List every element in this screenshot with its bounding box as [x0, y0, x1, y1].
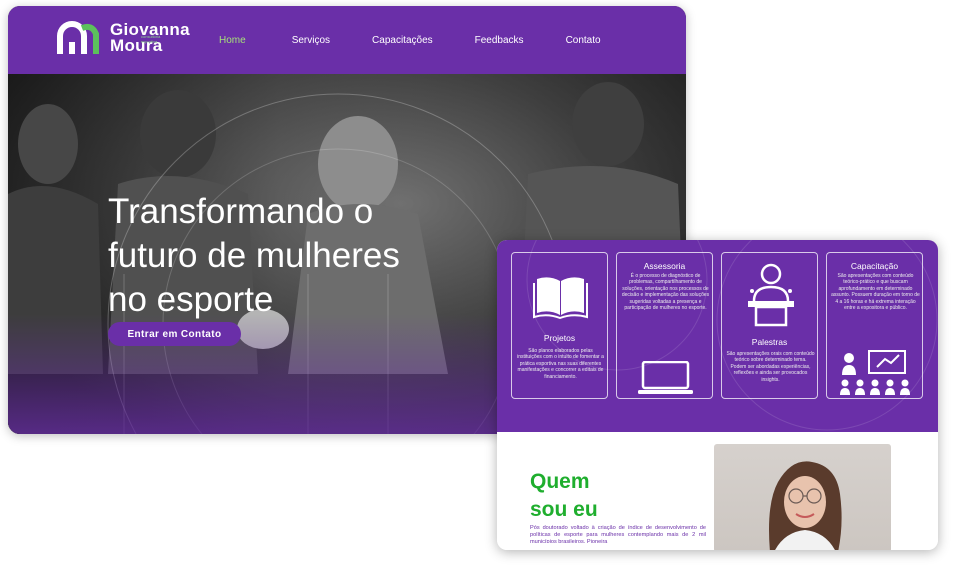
service-card-palestras[interactable]: Palestras São apresentações orais com co… — [721, 252, 818, 399]
nav-contato[interactable]: Contato — [566, 35, 601, 46]
hero-title: Transformando o futuro de mulheres no es… — [108, 190, 468, 322]
nav-capacitacoes[interactable]: Capacitações — [372, 35, 433, 46]
book-icon — [533, 277, 588, 319]
service-description: São planos elaborados pelas instituições… — [517, 348, 604, 380]
nav-home[interactable]: Home — [219, 35, 246, 46]
service-title: Capacitação — [850, 261, 899, 271]
logo-tagline: consultoria esportiva — [141, 34, 161, 44]
logo-mark-icon — [57, 21, 99, 54]
about-title: Quem sou eu — [530, 468, 630, 524]
classroom-icon — [840, 350, 910, 395]
nav-feedbacks[interactable]: Feedbacks — [475, 35, 524, 46]
about-title-line1: Quem — [530, 470, 590, 493]
service-description: São apresentações com conteúdo teórico-p… — [831, 273, 920, 312]
service-card-capacitacao[interactable]: Capacitação São apresentações com conteú… — [826, 252, 923, 399]
laptop-icon — [638, 361, 693, 394]
service-title: Palestras — [751, 337, 788, 347]
service-description: É o processo de diagnóstico de problemas… — [621, 273, 710, 312]
service-description: São apresentações orais com conteúdo teó… — [726, 351, 815, 383]
main-nav: Home Serviços Capacitações Feedbacks Con… — [219, 6, 601, 74]
service-card-assessoria[interactable]: Assessoria É o processo de diagnóstico d… — [616, 252, 713, 399]
services-section: Projetos São planos elaborados pelas ins… — [497, 240, 938, 432]
site-header: Giovanna Moura consultoria esportiva Hom… — [8, 6, 686, 74]
speaker-podium-icon — [748, 263, 794, 327]
hero-title-line2: futuro de mulheres — [108, 236, 400, 275]
website-preview-secondary: Projetos São planos elaborados pelas ins… — [497, 240, 938, 550]
portrait-image — [769, 461, 842, 550]
about-text: Pós doutorado voltado à criação de índic… — [530, 525, 706, 543]
service-title: Projetos — [543, 333, 576, 343]
hero-title-line3: no esporte — [108, 280, 274, 319]
about-title-line2: sou eu — [530, 498, 598, 521]
service-card-projetos[interactable]: Projetos São planos elaborados pelas ins… — [511, 252, 608, 399]
nav-servicos[interactable]: Serviços — [292, 35, 330, 46]
hero-title-line1: Transformando o — [108, 192, 374, 231]
about-section: Quem sou eu Pós doutorado voltado à cria… — [497, 432, 938, 550]
profile-photo — [714, 444, 891, 550]
contact-button[interactable]: Entrar em Contato — [108, 322, 241, 346]
service-title: Assessoria — [643, 261, 686, 271]
